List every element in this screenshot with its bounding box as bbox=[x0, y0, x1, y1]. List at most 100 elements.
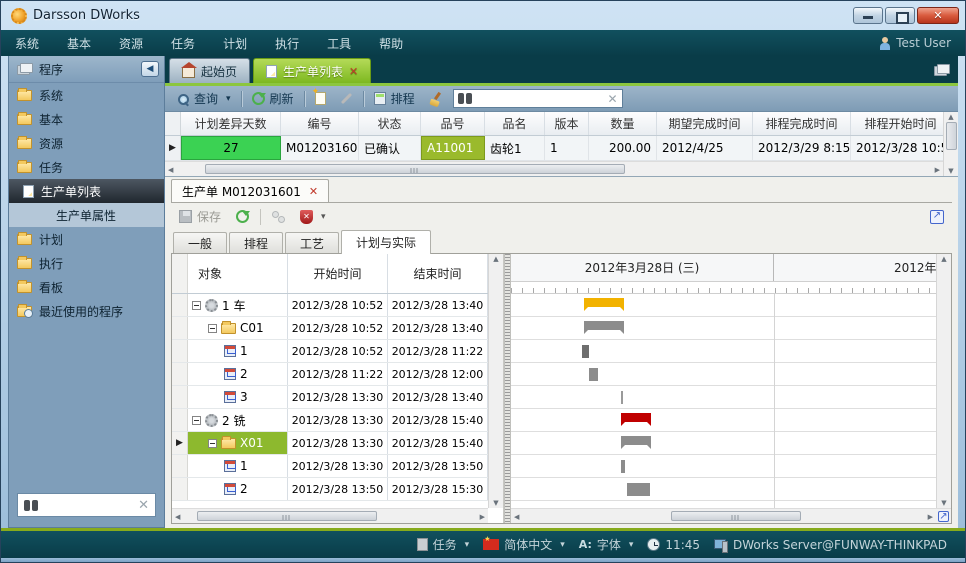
sidebar-item-4[interactable]: 生产单列表 bbox=[9, 179, 164, 203]
orders-vscrollbar[interactable]: ▲ ▼ bbox=[943, 112, 958, 176]
tree-row-0[interactable]: 1 车2012/3/28 10:522012/3/28 13:40 bbox=[172, 294, 488, 317]
sidebar-item-label: 基本 bbox=[39, 111, 63, 128]
gantt-bar-summary-1[interactable] bbox=[584, 321, 624, 330]
subtab-3[interactable]: 计划与实际 bbox=[341, 230, 431, 254]
order-row[interactable]: ▶27M012031601已确认A11001齿轮11200.002012/4/2… bbox=[165, 136, 943, 161]
tree-column-header-1[interactable]: 开始时间 bbox=[288, 254, 388, 293]
collapse-toggle-icon[interactable] bbox=[192, 301, 201, 310]
status-item-0[interactable]: 任务 bbox=[417, 536, 470, 553]
column-header-3[interactable]: 品号 bbox=[421, 112, 485, 135]
menu-item-7[interactable]: 帮助 bbox=[379, 37, 403, 51]
tree-row-1[interactable]: C012012/3/28 10:522012/3/28 13:40 bbox=[172, 317, 488, 340]
status-item-2[interactable]: A:字体 bbox=[579, 536, 634, 553]
gantt-hscrollbar[interactable]: ◀ ▶ bbox=[511, 508, 936, 523]
refresh-button[interactable]: 刷新 bbox=[248, 88, 298, 109]
menu-item-0[interactable]: 系统 bbox=[15, 37, 39, 51]
sidebar-item-1[interactable]: 基本 bbox=[9, 107, 164, 131]
sidebar-search-clear-icon[interactable]: ✕ bbox=[138, 498, 149, 513]
sidebar-item-2[interactable]: 资源 bbox=[9, 131, 164, 155]
collapse-toggle-icon[interactable] bbox=[192, 416, 201, 425]
orders-search-clear-icon[interactable]: ✕ bbox=[608, 92, 618, 106]
column-header-6[interactable]: 数量 bbox=[589, 112, 657, 135]
new-button[interactable] bbox=[311, 90, 330, 107]
column-header-9[interactable]: 排程开始时间 bbox=[851, 112, 943, 135]
sidebar-item-6[interactable]: 计划 bbox=[9, 227, 164, 251]
order-doc-tab[interactable]: 生产单 M012031601 ✕ bbox=[171, 179, 329, 202]
maximize-button[interactable] bbox=[885, 7, 915, 24]
tree-row-8[interactable]: 22012/3/28 13:502012/3/28 15:30 bbox=[172, 478, 488, 501]
folder-icon bbox=[17, 234, 32, 245]
tree-column-header-2[interactable]: 结束时间 bbox=[388, 254, 488, 293]
close-button[interactable] bbox=[917, 7, 959, 24]
gantt-bar-summary-5[interactable] bbox=[621, 413, 651, 422]
gantt-bar-task-2[interactable] bbox=[582, 345, 589, 358]
sidebar-item-7[interactable]: 执行 bbox=[9, 251, 164, 275]
gantt-bar-task-4[interactable] bbox=[621, 391, 623, 404]
column-header-4[interactable]: 品名 bbox=[485, 112, 545, 135]
tree-gantt-splitter[interactable] bbox=[504, 254, 511, 523]
save-button[interactable]: 保存 bbox=[175, 206, 225, 227]
tree-row-3[interactable]: 22012/3/28 11:222012/3/28 12:00 bbox=[172, 363, 488, 386]
menu-item-1[interactable]: 基本 bbox=[67, 37, 91, 51]
schedule-button[interactable]: 排程 bbox=[370, 88, 419, 109]
detail-refresh-button[interactable] bbox=[232, 208, 253, 225]
column-header-2[interactable]: 状态 bbox=[359, 112, 421, 135]
cancel-confirm-button[interactable] bbox=[296, 208, 330, 226]
minimize-button[interactable] bbox=[853, 7, 883, 24]
gantt-bar-task-7[interactable] bbox=[621, 460, 625, 473]
gantt-bar-summary-6[interactable] bbox=[621, 436, 651, 445]
status-item-1[interactable]: 简体中文 bbox=[483, 536, 565, 553]
sidebar-collapse-button[interactable]: ◀ bbox=[141, 61, 159, 77]
sidebar-item-3[interactable]: 任务 bbox=[9, 155, 164, 179]
collapse-toggle-icon[interactable] bbox=[208, 324, 217, 333]
tree-column-header-0[interactable]: 对象 bbox=[188, 254, 288, 293]
gantt-bar-task-8[interactable] bbox=[627, 483, 650, 496]
column-header-5[interactable]: 版本 bbox=[545, 112, 589, 135]
gantt-vscrollbar[interactable]: ▲ ▼ bbox=[936, 254, 951, 508]
tab-list-icon[interactable] bbox=[934, 64, 950, 76]
orders-search-input[interactable] bbox=[476, 92, 604, 106]
subtab-2[interactable]: 工艺 bbox=[285, 232, 339, 254]
tree-row-7[interactable]: 12012/3/28 13:302012/3/28 13:50 bbox=[172, 455, 488, 478]
tab-close-icon[interactable]: ✕ bbox=[349, 65, 358, 78]
column-header-8[interactable]: 排程完成时间 bbox=[753, 112, 851, 135]
menu-item-5[interactable]: 执行 bbox=[275, 37, 299, 51]
column-header-0[interactable]: 计划差异天数 bbox=[181, 112, 281, 135]
menu-item-4[interactable]: 计划 bbox=[223, 37, 247, 51]
sidebar-search-input[interactable] bbox=[38, 498, 138, 512]
sidebar-item-8[interactable]: 看板 bbox=[9, 275, 164, 299]
menu-item-6[interactable]: 工具 bbox=[327, 37, 351, 51]
programs-icon bbox=[17, 63, 33, 75]
tree-row-4[interactable]: 32012/3/28 13:302012/3/28 13:40 bbox=[172, 386, 488, 409]
tree-vscrollbar[interactable]: ▲ ▼ bbox=[488, 254, 503, 508]
tree-hscrollbar[interactable]: ◀ ▶ bbox=[172, 508, 488, 523]
gantt-chart: 2012年3月28日 (三)2012年 ◀ ▶ ▲ bbox=[511, 254, 951, 523]
relation-button[interactable] bbox=[268, 209, 289, 225]
current-user[interactable]: Test User bbox=[879, 36, 951, 50]
order-doc-tab-close-icon[interactable]: ✕ bbox=[309, 185, 318, 198]
clear-button[interactable] bbox=[425, 90, 447, 108]
popout-icon[interactable] bbox=[930, 210, 944, 224]
tree-row-selector bbox=[172, 386, 188, 408]
sidebar-item-9[interactable]: 最近使用的程序 bbox=[9, 299, 164, 323]
sidebar-item-0[interactable]: 系统 bbox=[9, 83, 164, 107]
column-header-1[interactable]: 编号 bbox=[281, 112, 359, 135]
collapse-toggle-icon[interactable] bbox=[208, 439, 217, 448]
subtab-1[interactable]: 排程 bbox=[229, 232, 283, 254]
gantt-popout-button[interactable] bbox=[936, 508, 951, 523]
gantt-bar-task-3[interactable] bbox=[589, 368, 598, 381]
column-header-7[interactable]: 期望完成时间 bbox=[657, 112, 753, 135]
tab-1[interactable]: 生产单列表✕ bbox=[253, 58, 371, 83]
query-button[interactable]: 查询 bbox=[173, 88, 235, 109]
tree-row-5[interactable]: 2 铣2012/3/28 13:302012/3/28 15:40 bbox=[172, 409, 488, 432]
menu-item-3[interactable]: 任务 bbox=[171, 37, 195, 51]
tree-row-6[interactable]: ▶X012012/3/28 13:302012/3/28 15:40 bbox=[172, 432, 488, 455]
subtab-0[interactable]: 一般 bbox=[173, 232, 227, 254]
gantt-bar-summary-0[interactable] bbox=[584, 298, 624, 307]
menu-item-2[interactable]: 资源 bbox=[119, 37, 143, 51]
tab-0[interactable]: 起始页 bbox=[169, 58, 250, 83]
tree-row-2[interactable]: 12012/3/28 10:522012/3/28 11:22 bbox=[172, 340, 488, 363]
sidebar-item-5[interactable]: 生产单属性 bbox=[9, 203, 164, 227]
orders-hscrollbar[interactable]: ◀ ▶ bbox=[165, 161, 943, 176]
edit-button[interactable] bbox=[336, 95, 357, 102]
